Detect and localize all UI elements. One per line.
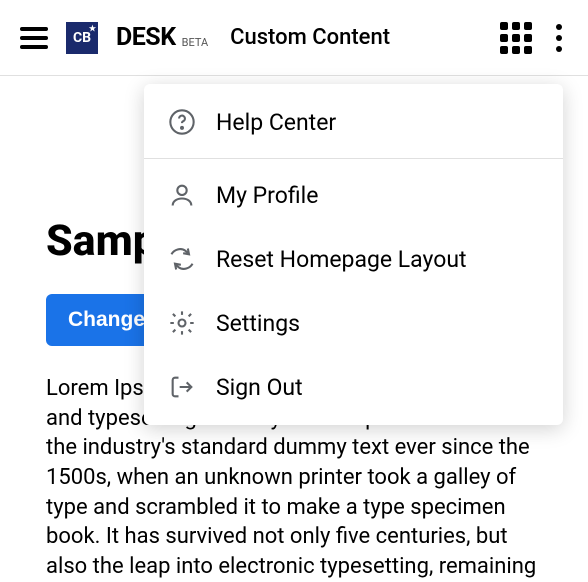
menu-item-my-profile[interactable]: My Profile bbox=[144, 163, 563, 227]
menu-item-reset-homepage[interactable]: Reset Homepage Layout bbox=[144, 227, 563, 291]
header-bar: CB ★ DESK BETA Custom Content bbox=[0, 0, 588, 76]
menu-divider bbox=[144, 158, 563, 159]
menu-item-settings[interactable]: Settings bbox=[144, 291, 563, 355]
menu-item-label: My Profile bbox=[216, 182, 318, 209]
user-dropdown-menu: Help Center My Profile Reset Homepage La… bbox=[144, 84, 563, 425]
menu-item-label: Reset Homepage Layout bbox=[216, 246, 467, 273]
beta-badge: BETA bbox=[182, 36, 209, 49]
hamburger-menu-button[interactable] bbox=[20, 27, 48, 49]
menu-item-help-center[interactable]: Help Center bbox=[144, 90, 563, 154]
settings-icon bbox=[168, 309, 196, 337]
menu-item-label: Help Center bbox=[216, 109, 336, 136]
signout-icon bbox=[168, 373, 196, 401]
menu-item-label: Sign Out bbox=[216, 374, 303, 401]
menu-item-label: Settings bbox=[216, 310, 300, 337]
brand-logo: CB ★ bbox=[66, 22, 98, 54]
app-title: DESK bbox=[116, 23, 176, 52]
reset-icon bbox=[168, 245, 196, 273]
apps-grid-button[interactable] bbox=[500, 22, 532, 54]
kebab-menu-button[interactable] bbox=[550, 24, 568, 52]
profile-icon bbox=[168, 181, 196, 209]
breadcrumb: Custom Content bbox=[230, 25, 390, 50]
help-icon bbox=[168, 108, 196, 136]
menu-item-sign-out[interactable]: Sign Out bbox=[144, 355, 563, 419]
